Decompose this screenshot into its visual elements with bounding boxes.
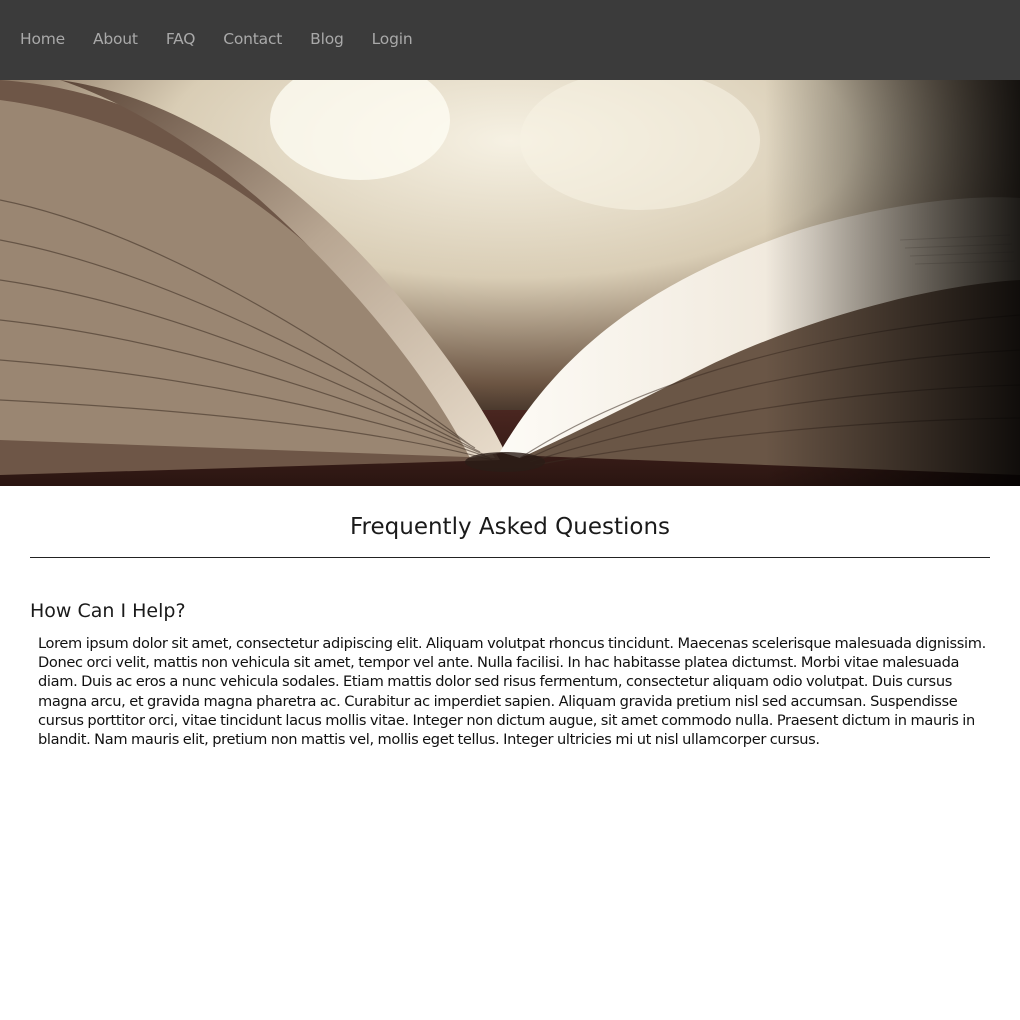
open-book-photo [0,80,1020,486]
nav-menu: Home About FAQ Contact Blog Login [0,29,440,52]
nav-link-home[interactable]: Home [20,30,65,48]
top-navbar: Home About FAQ Contact Blog Login [0,0,1020,80]
nav-link-about[interactable]: About [93,30,138,48]
hero-banner-image [0,80,1020,486]
title-divider [30,557,990,558]
nav-link-blog[interactable]: Blog [310,30,344,48]
page-title: Frequently Asked Questions [349,514,671,540]
nav-link-faq[interactable]: FAQ [166,30,196,48]
nav-link-login[interactable]: Login [372,30,413,48]
main-content: Frequently Asked Questions How Can I Hel… [30,486,990,749]
nav-link-contact[interactable]: Contact [223,30,282,48]
section-body-text: Lorem ipsum dolor sit amet, consectetur … [38,635,986,749]
section-heading: How Can I Help? [30,600,186,622]
